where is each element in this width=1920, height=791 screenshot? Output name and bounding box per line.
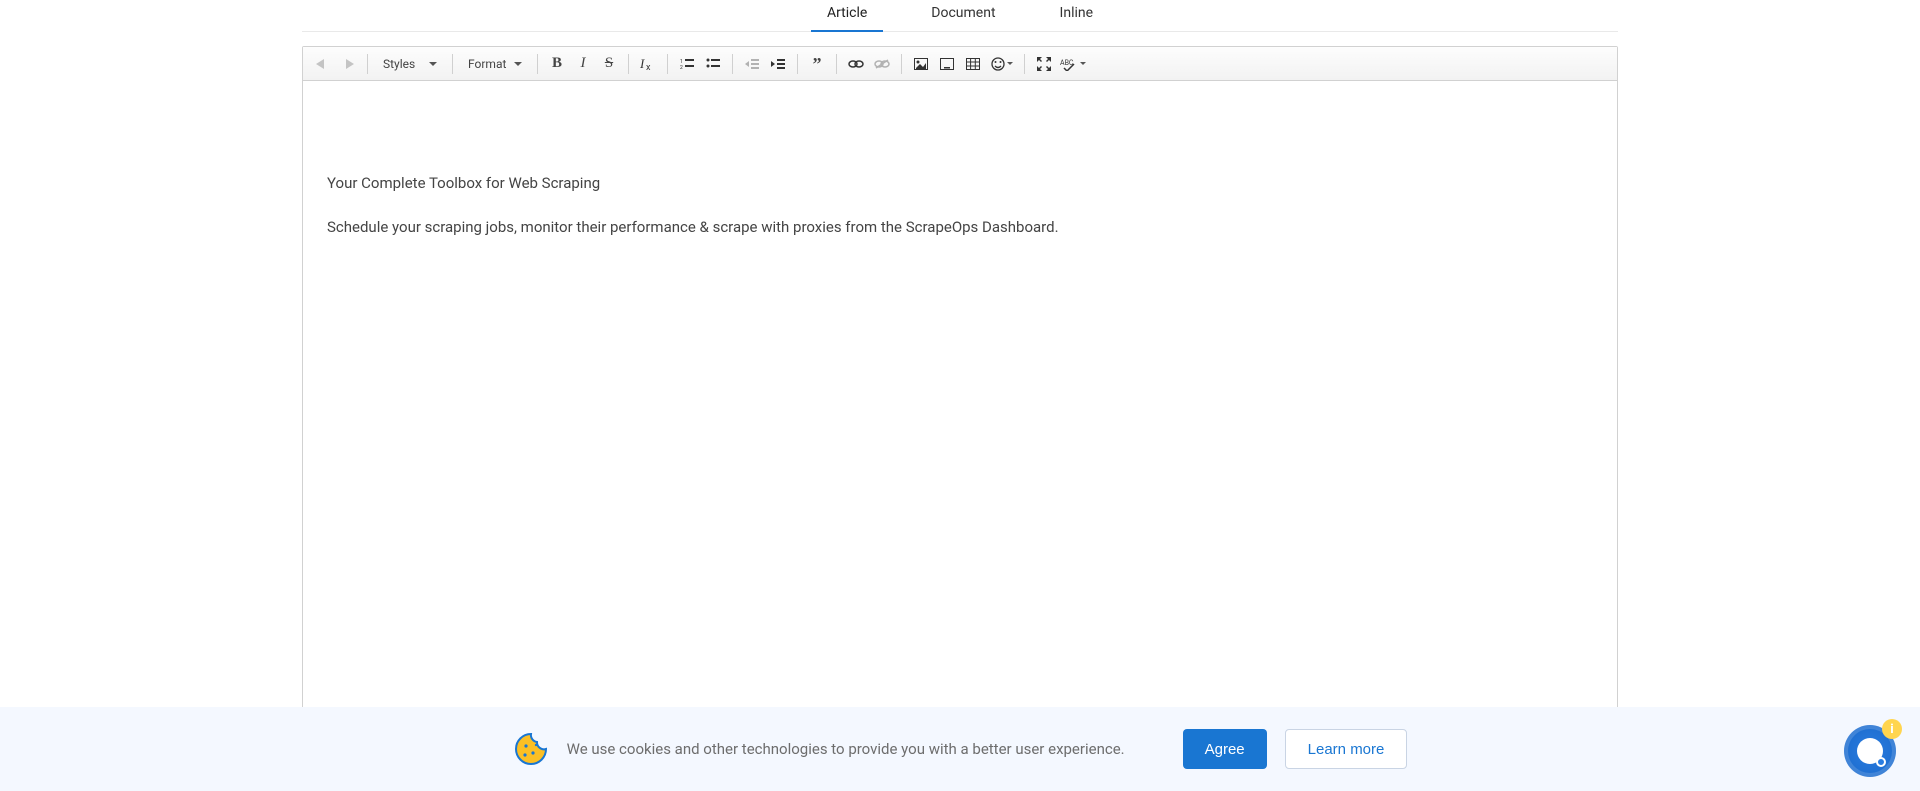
cookie-icon (513, 731, 549, 767)
spellcheck-icon: ABC (1060, 57, 1078, 71)
outdent-button[interactable] (741, 53, 763, 75)
chevron-down-icon (514, 62, 522, 66)
editor-toolbar: Styles Format B I S Ix 12 ” (303, 47, 1617, 81)
separator (797, 54, 798, 74)
svg-text:I: I (640, 57, 645, 71)
format-label: Format (468, 57, 506, 71)
chevron-down-icon (429, 62, 437, 66)
tab-label: Document (931, 5, 995, 21)
chat-info-badge: i (1882, 719, 1902, 739)
separator (1024, 54, 1025, 74)
styles-label: Styles (383, 57, 415, 71)
unlink-button[interactable] (871, 53, 893, 75)
svg-text:x: x (646, 63, 651, 71)
chevron-down-icon (1080, 62, 1086, 65)
media-button[interactable] (936, 53, 958, 75)
separator (367, 54, 368, 74)
format-dropdown[interactable]: Format (461, 53, 529, 75)
separator (836, 54, 837, 74)
link-button[interactable] (845, 53, 867, 75)
chat-bubble-dot (1876, 757, 1886, 767)
unlink-icon (874, 59, 890, 69)
emoji-button[interactable] (988, 53, 1016, 75)
chat-bubble-icon (1857, 738, 1883, 764)
undo-button[interactable] (311, 53, 333, 75)
cookie-inner: We use cookies and other technologies to… (513, 729, 1408, 769)
separator (732, 54, 733, 74)
paragraph: Your Complete Toolbox for Web Scraping (327, 171, 1593, 195)
editor: Styles Format B I S Ix 12 ” (302, 46, 1618, 766)
learn-more-button[interactable]: Learn more (1285, 729, 1408, 769)
italic-button[interactable]: I (572, 53, 594, 75)
editor-content[interactable]: Your Complete Toolbox for Web Scraping S… (303, 81, 1617, 283)
maximize-icon (1037, 57, 1051, 71)
redo-icon (341, 58, 355, 70)
outdent-icon (745, 58, 759, 70)
separator (667, 54, 668, 74)
tab-document[interactable]: Document (927, 0, 999, 31)
image-icon (914, 58, 928, 70)
paragraph: Schedule your scraping jobs, monitor the… (327, 215, 1593, 239)
tab-inline[interactable]: Inline (1056, 0, 1098, 31)
svg-text:2: 2 (680, 65, 683, 70)
chat-widget-button[interactable]: i (1844, 725, 1896, 777)
tab-article[interactable]: Article (823, 0, 871, 31)
link-icon (848, 59, 864, 69)
undo-icon (315, 58, 329, 70)
ordered-list-icon: 12 (680, 58, 694, 70)
styles-dropdown[interactable]: Styles (376, 53, 444, 75)
media-icon (940, 58, 954, 70)
separator (628, 54, 629, 74)
tab-label: Inline (1060, 5, 1094, 21)
spellcheck-button[interactable]: ABC (1059, 53, 1087, 75)
emoji-icon (991, 57, 1005, 71)
agree-button[interactable]: Agree (1183, 729, 1267, 769)
indent-button[interactable] (767, 53, 789, 75)
tabs: Article Document Inline (302, 0, 1618, 32)
cookie-banner: We use cookies and other technologies to… (0, 707, 1920, 791)
maximize-button[interactable] (1033, 53, 1055, 75)
image-button[interactable] (910, 53, 932, 75)
table-button[interactable] (962, 53, 984, 75)
strike-button[interactable]: S (598, 53, 620, 75)
separator (901, 54, 902, 74)
redo-button[interactable] (337, 53, 359, 75)
table-icon (966, 58, 980, 70)
unordered-list-icon (706, 58, 720, 70)
bold-button[interactable]: B (546, 53, 568, 75)
separator (452, 54, 453, 74)
separator (537, 54, 538, 74)
indent-icon (771, 58, 785, 70)
unordered-list-button[interactable] (702, 53, 724, 75)
tab-label: Article (827, 5, 867, 21)
remove-format-icon: Ix (640, 57, 656, 71)
cookie-text: We use cookies and other technologies to… (567, 740, 1125, 758)
remove-format-button[interactable]: Ix (637, 53, 659, 75)
ordered-list-button[interactable]: 12 (676, 53, 698, 75)
blockquote-button[interactable]: ” (806, 53, 828, 75)
chevron-down-icon (1007, 62, 1013, 65)
